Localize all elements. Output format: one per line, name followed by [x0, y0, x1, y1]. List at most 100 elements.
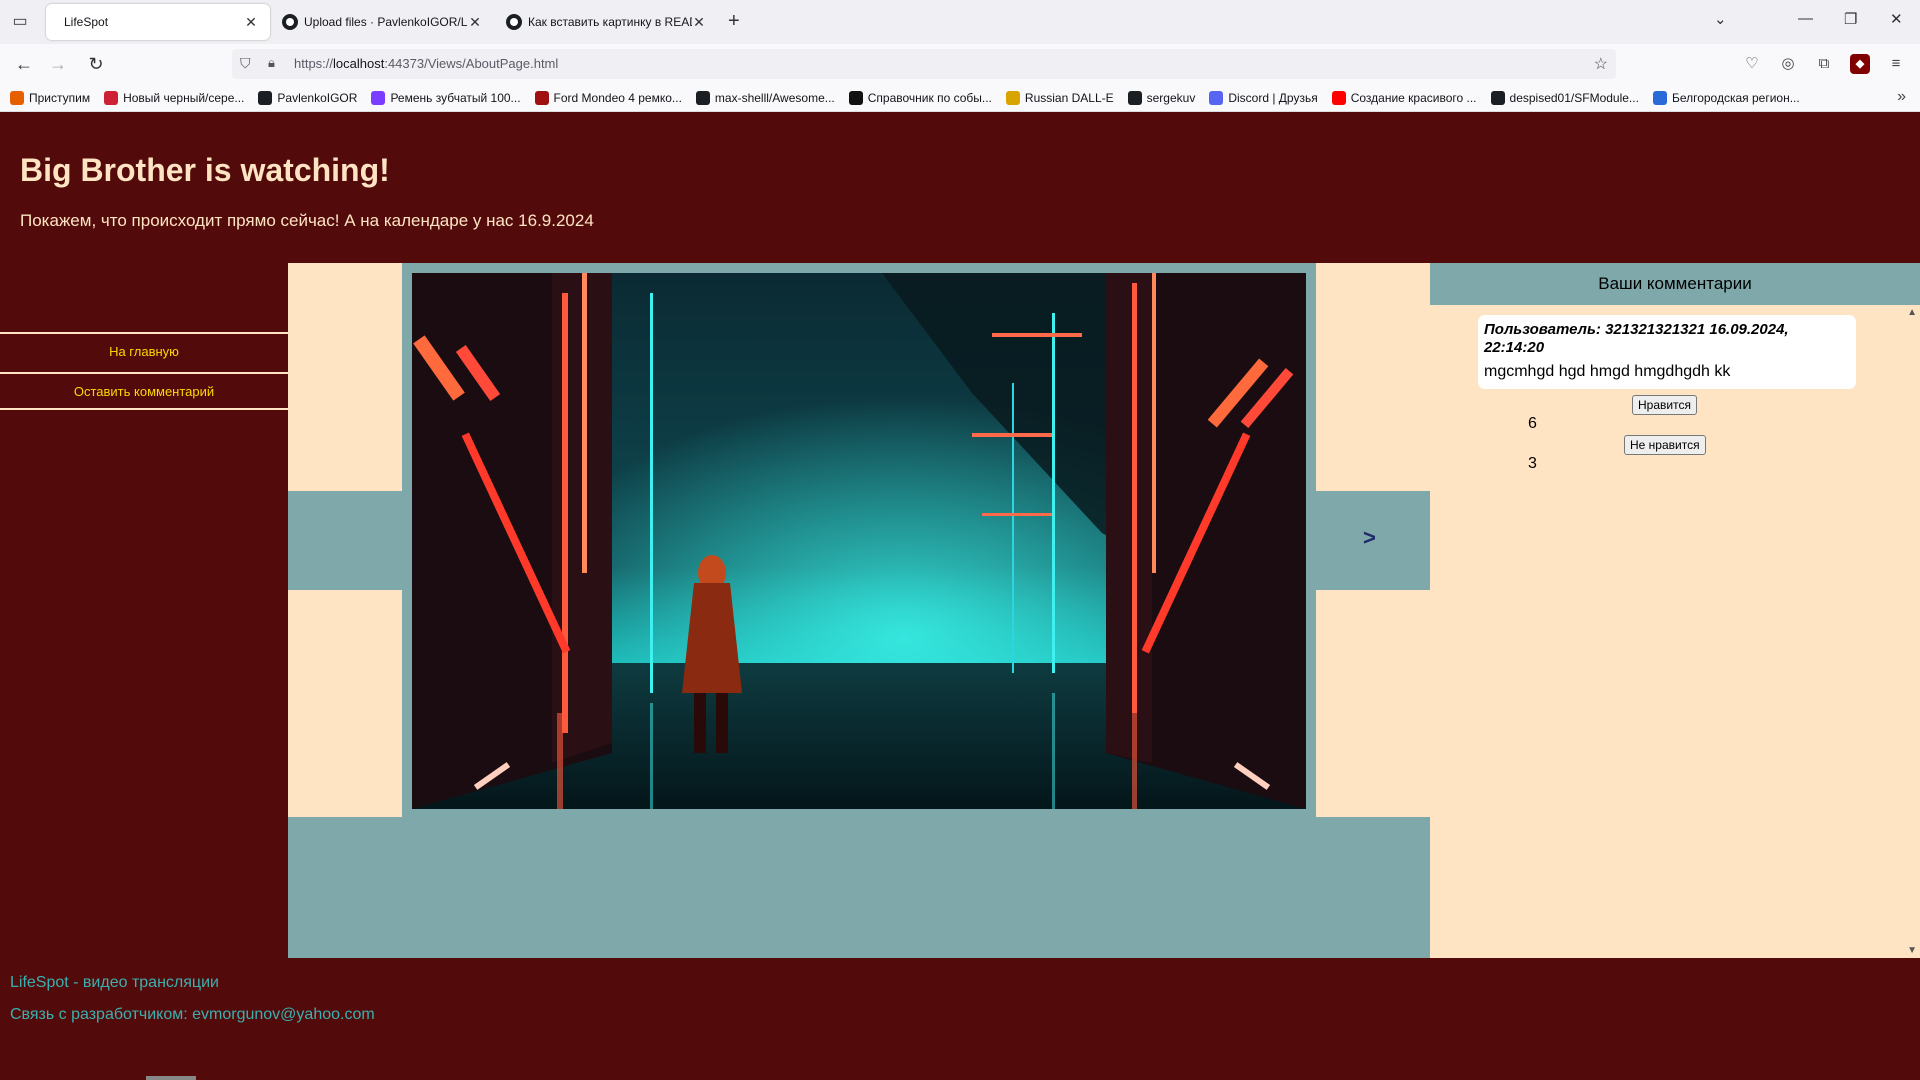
- bookmark-item[interactable]: max-shelll/Awesome...: [695, 90, 835, 105]
- tab-upload-files[interactable]: Upload files · PavlenkoIGOR/Lif ✕: [270, 4, 494, 40]
- github-icon: [282, 14, 298, 30]
- like-count: 6: [1528, 415, 1537, 432]
- more-bookmarks-icon[interactable]: »: [1897, 88, 1906, 106]
- bookmark-item[interactable]: Справочник по собы...: [848, 90, 992, 105]
- back-icon[interactable]: ←: [12, 52, 36, 76]
- slider-panel: [1316, 590, 1430, 817]
- sidebar-item-leave-comment[interactable]: Оставить комментарий: [0, 372, 288, 410]
- dislike-count: 3: [1528, 455, 1537, 472]
- bookmark-item[interactable]: Discord | Друзья: [1209, 90, 1318, 105]
- bookmark-item[interactable]: Новый черный/сере...: [104, 90, 245, 105]
- comment-item: Пользователь: 321321321321 16.09.2024, 2…: [1478, 315, 1856, 389]
- bookmark-item[interactable]: Russian DALL-E: [1005, 90, 1114, 105]
- page-title: Big Brother is watching!: [20, 152, 390, 188]
- tab-title: Upload files · PavlenkoIGOR/Lif: [304, 15, 468, 29]
- bookmark-item[interactable]: sergekuv: [1127, 90, 1196, 105]
- bookmark-favicon-icon: [534, 90, 549, 105]
- bookmark-favicon-icon: [1209, 90, 1224, 105]
- comments-header: Ваши комментарии: [1430, 263, 1920, 305]
- like-button[interactable]: Нравится: [1632, 395, 1697, 415]
- scroll-up-icon[interactable]: ▲: [1907, 307, 1917, 318]
- bookmark-label: Ford Mondeo 4 ремко...: [553, 90, 682, 105]
- bookmark-favicon-icon: [695, 90, 710, 105]
- close-icon[interactable]: ✕: [692, 14, 706, 31]
- bookmark-label: despised01/SFModule...: [1509, 90, 1639, 105]
- bookmark-favicon-icon: [1127, 90, 1142, 105]
- bookmark-favicon-icon: [371, 90, 386, 105]
- bookmark-favicon-icon: [1331, 90, 1346, 105]
- bookmark-label: sergekuv: [1146, 90, 1196, 105]
- bookmark-label: max-shelll/Awesome...: [714, 90, 835, 105]
- bookmark-item[interactable]: Ремень зубчатый 100...: [371, 90, 521, 105]
- image-slider: >: [288, 263, 1430, 958]
- sidebar-nav: На главную Оставить комментарий: [0, 332, 288, 412]
- account-icon[interactable]: ◎: [1778, 54, 1798, 74]
- browser-tab-bar: ▭ LifeSpot ✕ Upload files · PavlenkoIGOR…: [0, 0, 1920, 44]
- slider-panel: [1316, 263, 1430, 491]
- browser-nav-bar: ← → ↻ ⛉ 🔒︎ https://localhost:44373/Views…: [0, 44, 1920, 84]
- lock-icon[interactable]: 🔒︎: [268, 55, 275, 71]
- cyberpunk-alley-illustration: [412, 273, 1306, 809]
- menu-icon[interactable]: ≡: [1886, 54, 1906, 74]
- bookmark-favicon-icon: [258, 90, 273, 105]
- footer-contact: Связь с разработчиком: evmorgunov@yahoo.…: [10, 1006, 375, 1023]
- bookmark-label: PavlenkoIGOR: [277, 90, 358, 105]
- bookmark-label: Russian DALL-E: [1024, 90, 1114, 105]
- bookmark-label: Новый черный/сере...: [123, 90, 245, 105]
- restore-icon[interactable]: ❐: [1844, 10, 1857, 28]
- url-path: :44373/Views/AboutPage.html: [384, 56, 559, 71]
- close-icon[interactable]: ✕: [468, 14, 482, 31]
- url-prefix: https://: [294, 56, 334, 71]
- pocket-icon[interactable]: ♡: [1742, 54, 1762, 74]
- comments-panel: Ваши комментарии ▲ ▼ Пользователь: 32132…: [1430, 263, 1920, 958]
- bookmark-favicon-icon: [10, 90, 24, 105]
- sidebar-item-home[interactable]: На главную: [0, 332, 288, 370]
- reload-icon[interactable]: ↻: [84, 52, 108, 76]
- bookmark-label: Приступим: [29, 90, 91, 105]
- bookmark-item[interactable]: Создание красивого ...: [1331, 90, 1477, 105]
- url-text[interactable]: https://localhost:44373/Views/AboutPage.…: [294, 56, 558, 71]
- bookmark-favicon-icon: [104, 90, 119, 105]
- list-tabs-icon[interactable]: ⌄: [1714, 10, 1727, 28]
- bookmark-favicon-icon: [1652, 90, 1667, 105]
- bookmark-label: Ремень зубчатый 100...: [390, 90, 521, 105]
- bookmark-favicon-icon: [1005, 90, 1020, 105]
- horizontal-scrollbar[interactable]: [146, 1076, 196, 1080]
- slider-next-icon[interactable]: >: [1363, 525, 1376, 551]
- bookmark-label: Белгородская регион...: [1671, 90, 1800, 105]
- new-tab-icon[interactable]: +: [728, 10, 740, 33]
- close-window-icon[interactable]: ✕: [1890, 10, 1903, 28]
- extensions-icon[interactable]: ⧉: [1814, 54, 1834, 74]
- bookmark-item[interactable]: PavlenkoIGOR: [258, 90, 358, 105]
- bookmark-favicon-icon: [848, 90, 863, 105]
- comment-author: Пользователь: 321321321321 16.09.2024, 2…: [1484, 321, 1789, 356]
- url-bar[interactable]: ⛉ 🔒︎ https://localhost:44373/Views/About…: [232, 49, 1616, 79]
- comment-text: mgcmhgd hgd hmgd hmgdhgdh kk: [1484, 363, 1731, 380]
- github-icon: [506, 14, 522, 30]
- dislike-button[interactable]: Не нравится: [1624, 435, 1706, 455]
- bookmark-item[interactable]: Белгородская регион...: [1652, 90, 1800, 105]
- url-host: localhost: [333, 56, 385, 71]
- footer-site-name: LifeSpot - видео трансляции: [10, 974, 219, 991]
- scroll-down-icon[interactable]: ▼: [1907, 945, 1917, 956]
- slider-panel: [288, 590, 402, 817]
- bookmark-label: Справочник по собы...: [867, 90, 992, 105]
- tab-title: Как вставить картинку в READI: [528, 15, 692, 29]
- tab-title: LifeSpot: [64, 15, 109, 29]
- bookmark-item[interactable]: despised01/SFModule...: [1490, 90, 1639, 105]
- close-icon[interactable]: ✕: [244, 14, 258, 31]
- bookmark-star-icon[interactable]: ☆: [1594, 54, 1608, 74]
- bookmark-item[interactable]: Приступим: [10, 90, 91, 105]
- page-subtitle: Покажем, что происходит прямо сейчас! А …: [20, 211, 594, 230]
- bookmark-item[interactable]: Ford Mondeo 4 ремко...: [534, 90, 682, 105]
- tab-readme[interactable]: Как вставить картинку в READI ✕: [494, 4, 718, 40]
- slider-panel: [288, 263, 402, 491]
- bookmark-favicon-icon: [1490, 90, 1505, 105]
- minimize-icon[interactable]: —: [1798, 10, 1813, 27]
- shield-icon[interactable]: ⛉: [240, 55, 251, 72]
- ublock-icon[interactable]: ◆: [1850, 54, 1870, 74]
- tab-overview-icon[interactable]: ▭: [10, 12, 30, 32]
- bookmarks-bar: Приступим Новый черный/сере... PavlenkoIGO…: [0, 84, 1920, 112]
- forward-icon[interactable]: →: [46, 52, 70, 76]
- tab-lifespot[interactable]: LifeSpot ✕: [46, 4, 270, 40]
